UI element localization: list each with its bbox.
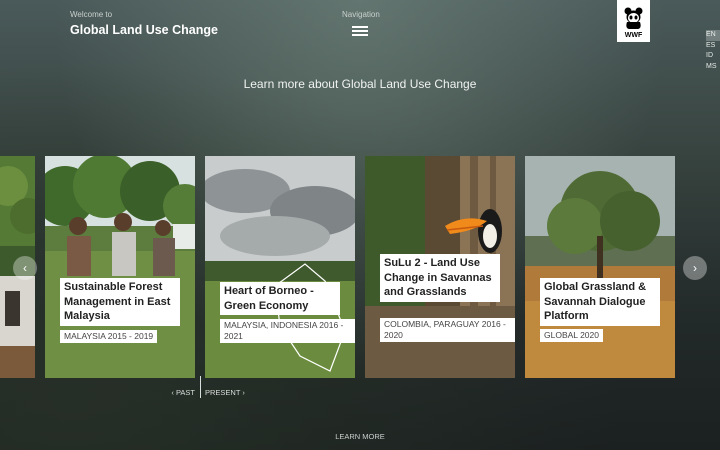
project-title[interactable]: Global Grassland & Savannah Dialogue Pla… [540, 278, 660, 326]
navigation-menu[interactable]: Navigation [342, 10, 380, 38]
project-meta: GLOBAL 2020 [540, 329, 603, 342]
timeline-past-link[interactable]: ‹ PAST [171, 388, 195, 397]
logo-text: WWF [625, 32, 643, 39]
project-card-2[interactable]: Heart of Borneo - Green Economy MALAYSIA… [205, 156, 355, 378]
carousel-prev-button[interactable]: ‹ [13, 256, 37, 280]
project-title[interactable]: SuLu 2 - Land Use Change in Savannas and… [380, 254, 500, 302]
language-ms[interactable]: MS [706, 62, 720, 73]
project-meta: MALAYSIA 2015 - 2019 [60, 330, 158, 343]
chevron-right-icon: › [693, 261, 697, 275]
language-switcher: EN ES ID MS [706, 30, 720, 72]
language-id[interactable]: ID [706, 51, 720, 62]
project-card-1[interactable]: Sustainable Forest Management in East Ma… [45, 156, 195, 378]
panda-icon: WWF [624, 7, 643, 39]
project-card-3[interactable]: SuLu 2 - Land Use Change in Savannas and… [365, 156, 515, 378]
navigation-label: Navigation [342, 10, 380, 19]
card-photo [525, 156, 675, 378]
hamburger-icon[interactable] [352, 26, 368, 36]
timeline: ‹ PAST PRESENT › [0, 376, 720, 400]
card-photo [205, 156, 355, 378]
wwf-logo[interactable]: WWF [617, 0, 650, 42]
timeline-present-link[interactable]: PRESENT › [205, 388, 245, 397]
project-meta: COLOMBIA, PARAGUAY 2016 - 2020 [380, 318, 515, 342]
learn-more-link[interactable]: LEARN MORE [0, 432, 720, 441]
language-en[interactable]: EN [706, 30, 720, 41]
card-photo [45, 156, 195, 378]
site-title[interactable]: Global Land Use Change [70, 23, 218, 37]
timeline-divider [200, 376, 201, 398]
language-es[interactable]: ES [706, 41, 720, 52]
project-title[interactable]: Heart of Borneo - Green Economy [220, 282, 340, 315]
project-card-4[interactable]: Global Grassland & Savannah Dialogue Pla… [525, 156, 675, 378]
project-title[interactable]: Sustainable Forest Management in East Ma… [60, 278, 180, 326]
tagline: Learn more about Global Land Use Change [243, 77, 477, 91]
carousel-next-button[interactable]: › [683, 256, 707, 280]
welcome-text: Welcome to [70, 10, 113, 19]
chevron-left-icon: ‹ [23, 261, 27, 275]
project-meta: MALAYSIA, INDONESIA 2016 - 2021 [220, 319, 355, 343]
